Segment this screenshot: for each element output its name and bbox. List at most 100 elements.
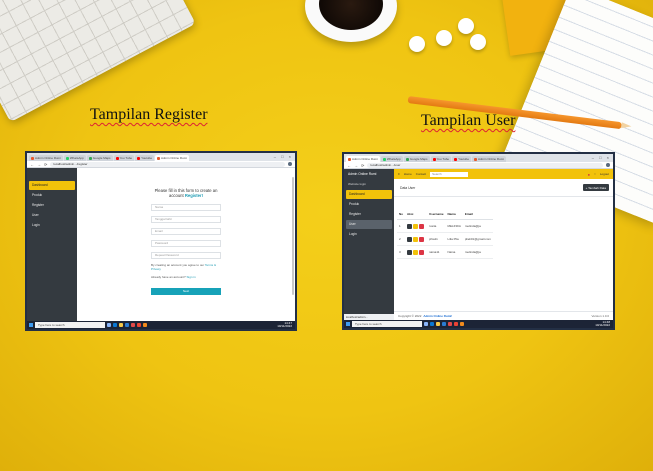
window-controls[interactable]: – □ × [274, 154, 293, 159]
menu-icon[interactable]: ≡ [398, 172, 400, 176]
sidebar: Admin Online Rumi Website login Dashboar… [344, 169, 394, 314]
reload-icon[interactable]: ⟳ [44, 162, 47, 167]
page-title: Data User [400, 185, 416, 190]
folder-icon[interactable] [436, 322, 440, 326]
form-title: Please fill in this form to create an ac… [154, 188, 218, 199]
browser-tabbar: Admin Online Rumi WhatsApp Google Maps Y… [27, 153, 295, 161]
footer-brand-link[interactable]: Admin Online Rumi! [423, 312, 452, 320]
sidebar-item-produk[interactable]: Produk [29, 191, 75, 200]
task-view-icon[interactable] [107, 323, 111, 327]
footer: Copyright © 2022 Admin Online Rumi! Vers… [394, 311, 613, 320]
sidebar-item-user[interactable]: User [346, 220, 392, 229]
user-icon[interactable]: ○ [594, 172, 596, 176]
edit-button[interactable] [413, 236, 418, 242]
repeat-password-field[interactable]: Repeat Password [151, 251, 221, 259]
delete-button[interactable] [419, 249, 424, 255]
back-icon[interactable]: ← [30, 162, 34, 167]
sidebar-item-register[interactable]: Register [346, 210, 392, 219]
signin-link[interactable]: Sign in [187, 275, 196, 279]
add-data-button[interactable]: + Tambah Data [582, 184, 609, 191]
taskbar-search[interactable]: Type here to search [352, 321, 422, 327]
sidebar-item-login[interactable]: Login [29, 221, 75, 230]
info-button[interactable] [407, 223, 412, 229]
password-field[interactable]: Password [151, 239, 221, 247]
col-aksi: Aksi [405, 209, 427, 220]
sidebar-item-login[interactable]: Login [346, 230, 392, 239]
sidebar-brand[interactable]: Admin Online Rumi [344, 169, 394, 180]
app-icon[interactable] [131, 323, 135, 327]
birthdate-field[interactable]: Tanggal lahir [151, 215, 221, 223]
coffee-cup-decoration [305, 0, 397, 42]
taskbar: Type here to search 14:48 10/11/2022 [344, 320, 613, 328]
scrollbar[interactable] [292, 177, 294, 295]
windows-start-icon[interactable] [346, 322, 350, 326]
task-view-icon[interactable] [424, 322, 428, 326]
delete-button[interactable] [419, 223, 424, 229]
app-icon[interactable] [448, 322, 452, 326]
sidebar-item-user[interactable]: User [29, 211, 75, 220]
taskbar-clock: 14:48 10/11/2022 [595, 319, 610, 327]
earbud-decoration [409, 36, 425, 52]
content-header: Data User + Tambah Data [394, 179, 613, 197]
forward-icon[interactable]: → [354, 163, 358, 168]
topbar: ≡ Home Contact Search ● ○ Logout [394, 169, 613, 179]
url-field[interactable]: localhost/admin.../register [50, 161, 285, 167]
chrome-icon[interactable] [454, 322, 458, 326]
caption-user: Tampilan User [421, 112, 516, 129]
edit-button[interactable] [413, 223, 418, 229]
profile-icon[interactable] [606, 163, 610, 167]
table-row: 3 naina11 Naina melinda@ja [397, 245, 493, 259]
edge-icon[interactable] [113, 323, 117, 327]
logout-link[interactable]: Logout [600, 172, 609, 176]
sidebar-subtitle: Website login [348, 182, 366, 186]
keyboard-decoration [0, 0, 196, 123]
profile-icon[interactable] [288, 162, 292, 166]
word-icon[interactable] [442, 322, 446, 326]
nav-contact[interactable]: Contact [416, 172, 426, 176]
info-button[interactable] [407, 249, 412, 255]
nav-home[interactable]: Home [404, 172, 412, 176]
search-input[interactable]: Search [430, 171, 469, 177]
app-icon[interactable] [460, 322, 464, 326]
bell-icon[interactable]: ● [588, 172, 590, 177]
email-field[interactable]: Email [151, 227, 221, 235]
nama-field[interactable]: Nama [151, 203, 221, 211]
delete-button[interactable] [419, 236, 424, 242]
info-button[interactable] [407, 236, 412, 242]
chrome-icon[interactable] [137, 323, 141, 327]
taskbar: Type here to search 14:47 10/11/2022 [27, 321, 295, 329]
col-nama: Nama [445, 209, 463, 220]
sidebar: Dashboard Produk Register User Login [27, 168, 77, 321]
taskbar-search[interactable]: Type here to search [35, 322, 105, 328]
forward-icon[interactable]: → [37, 162, 41, 167]
caption-register: Tampilan Register [90, 106, 208, 123]
sidebar-item-dashboard[interactable]: Dashboard [346, 190, 392, 199]
url-field[interactable]: localhost/admin.../user [367, 162, 603, 168]
version-label: Version 1.0.0 [591, 314, 609, 318]
table-row: 2 phia11 Lilia Plia plieli01@gmail.com [397, 232, 493, 246]
window-controls[interactable]: – □ × [592, 155, 611, 160]
windows-start-icon[interactable] [29, 323, 33, 327]
terms-note: By creating an account you agree to our … [151, 262, 216, 271]
word-icon[interactable] [125, 323, 129, 327]
edit-button[interactable] [413, 249, 418, 255]
app-icon[interactable] [143, 323, 147, 327]
sidebar-item-produk[interactable]: Produk [346, 200, 392, 209]
col-no: No [397, 209, 405, 220]
col-email: Email [462, 209, 493, 220]
sidebar-item-register[interactable]: Register [29, 201, 75, 210]
browser-tabbar: Admin Online Rumi WhatsApp Google Maps Y… [344, 154, 613, 162]
taskbar-clock: 14:47 10/11/2022 [277, 320, 292, 328]
folder-icon[interactable] [119, 323, 123, 327]
earbud-decoration [470, 34, 486, 50]
user-screenshot: Admin Online Rumi WhatsApp Google Maps Y… [342, 152, 615, 330]
sidebar-item-dashboard[interactable]: Dashboard [29, 181, 75, 190]
back-icon[interactable]: ← [347, 163, 351, 168]
register-screenshot: Admin Online Rumi WhatsApp Google Maps Y… [25, 151, 297, 331]
edge-icon[interactable] [430, 322, 434, 326]
register-link[interactable]: Register! [185, 193, 203, 198]
earbud-decoration [436, 30, 452, 46]
next-button[interactable]: Next [151, 287, 221, 295]
reload-icon[interactable]: ⟳ [361, 163, 364, 168]
main-content: Data User + Tambah Data No Aksi Username… [394, 179, 613, 320]
